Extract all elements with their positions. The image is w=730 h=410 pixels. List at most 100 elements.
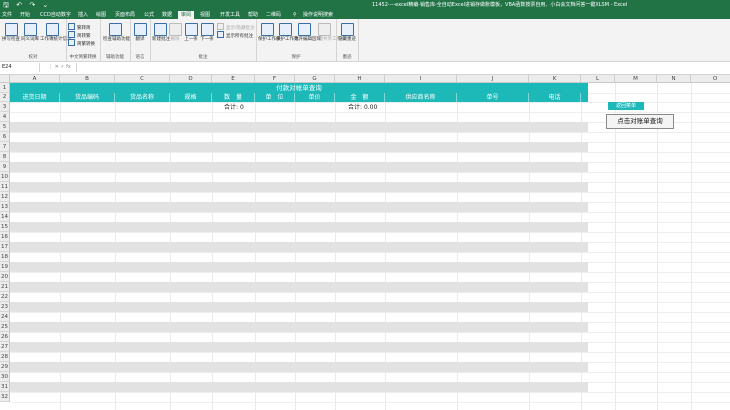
row-header-13[interactable]: 13 — [0, 202, 10, 212]
tab-help[interactable]: 帮助 — [248, 11, 258, 19]
column-header-b[interactable]: B — [60, 75, 115, 83]
save-icon[interactable]: 🖫 — [3, 1, 9, 9]
column-header-h[interactable]: H — [335, 75, 385, 83]
row-header-10[interactable]: 10 — [0, 172, 10, 182]
column-header-n[interactable]: N — [657, 75, 691, 83]
return-menu-button[interactable]: 返回菜单 — [608, 102, 644, 110]
thesaurus-button[interactable]: 同义词库 — [21, 23, 39, 42]
translate-icon — [133, 23, 147, 36]
row-header-14[interactable]: 14 — [0, 212, 10, 222]
tab-insert[interactable]: 插入 — [78, 11, 88, 19]
row-header-9[interactable]: 9 — [0, 162, 10, 172]
tab-draw[interactable]: 绘图 — [96, 11, 106, 19]
cell-grid[interactable]: 付款对帐单查询 进货日期 货品编码 货品名称 规格数 量单 位单价金 额供应商名称 单号… — [10, 83, 730, 410]
row-header-28[interactable]: 28 — [0, 352, 10, 362]
group-accessibility: 检查辅助功能 辅助功能 — [100, 19, 131, 61]
row-header-26[interactable]: 26 — [0, 332, 10, 342]
spelling-button[interactable]: 拼写检查 — [2, 23, 20, 42]
row-header-5[interactable]: 5 — [0, 122, 10, 132]
column-header-g[interactable]: G — [295, 75, 335, 83]
table-header-cell: 供应商名称 — [385, 93, 457, 102]
row-header-16[interactable]: 16 — [0, 232, 10, 242]
protect-sheet-button[interactable]: 保护工作表 — [258, 23, 281, 42]
check-accessibility-button[interactable]: 检查辅助功能 — [103, 23, 130, 42]
row-header-25[interactable]: 25 — [0, 322, 10, 332]
row-header-32[interactable]: 32 — [0, 392, 10, 402]
show-all-comments-button[interactable]: 显示所有批注 — [217, 31, 253, 40]
name-box[interactable]: E24 — [0, 63, 40, 72]
tab-qrcode[interactable]: 二维码 — [266, 11, 281, 19]
column-header-k[interactable]: K — [529, 75, 581, 83]
row-header-18[interactable]: 18 — [0, 252, 10, 262]
tab-page-layout[interactable]: 页面布局 — [115, 11, 135, 19]
tab-ccd[interactable]: CCD自动数字 — [40, 11, 71, 19]
column-header-i[interactable]: I — [385, 75, 457, 83]
tab-home[interactable]: 开始 — [20, 11, 30, 19]
formula-input[interactable] — [76, 63, 727, 72]
tab-review[interactable]: 审阅 — [178, 11, 195, 19]
delete-comment-button[interactable]: 删除 — [168, 23, 182, 42]
column-header-j[interactable]: J — [457, 75, 529, 83]
row-header-29[interactable]: 29 — [0, 362, 10, 372]
tab-file[interactable]: 文件 — [2, 11, 12, 19]
row-header-31[interactable]: 31 — [0, 382, 10, 392]
formula-icons[interactable]: ⋮ ✕ ✓ fx — [48, 63, 71, 72]
unshare-workbook-button[interactable]: 取消共享工作簿 — [314, 23, 346, 42]
row-header-19[interactable]: 19 — [0, 262, 10, 272]
row-header-15[interactable]: 15 — [0, 222, 10, 232]
query-statement-button[interactable]: 点击对账单查询 — [606, 114, 674, 129]
row-header-8[interactable]: 8 — [0, 152, 10, 162]
row-header-17[interactable]: 17 — [0, 242, 10, 252]
column-header-d[interactable]: D — [170, 75, 212, 83]
row-header-1[interactable]: 1 — [0, 83, 10, 93]
workbook-stats-button[interactable]: 工作簿统计信息 — [40, 23, 72, 42]
column-header-o[interactable]: O — [691, 75, 730, 83]
title-bar: 🖫 ↶ ↷ ⌄ 11452----excel精编-销售库-全自动Excel进销存… — [0, 0, 730, 10]
convert-button[interactable]: 简繁转换 — [68, 39, 95, 48]
column-header-m[interactable]: M — [615, 75, 657, 83]
hide-ink-button[interactable]: 隐藏墨迹 — [338, 23, 356, 42]
grid-row-line — [10, 402, 730, 403]
spelling-icon — [4, 23, 18, 36]
redo-icon[interactable]: ↷ — [29, 1, 35, 9]
column-header-c[interactable]: C — [115, 75, 170, 83]
protect-workbook-button[interactable]: 保护工作簿 — [276, 23, 299, 42]
group-ink-label: 墨迹 — [342, 55, 352, 60]
row-header-24[interactable]: 24 — [0, 312, 10, 322]
grid-row-line — [10, 172, 730, 173]
comment-icon — [217, 23, 224, 30]
group-proofing-label: 校对 — [28, 55, 38, 60]
row-header-3[interactable]: 3 — [0, 102, 10, 112]
row-header-27[interactable]: 27 — [0, 342, 10, 352]
allow-edit-ranges-button[interactable]: 允许编辑区域 — [294, 23, 321, 42]
select-all-corner[interactable] — [0, 75, 10, 83]
next-comment-button[interactable]: 下一条 — [199, 23, 215, 42]
row-header-4[interactable]: 4 — [0, 112, 10, 122]
row-header-23[interactable]: 23 — [0, 302, 10, 312]
tell-me-search[interactable]: 操作说明搜索 — [303, 11, 333, 19]
tab-formulas[interactable]: 公式 — [144, 11, 154, 19]
column-header-l[interactable]: L — [581, 75, 615, 83]
tab-view[interactable]: 视图 — [200, 11, 210, 19]
banded-row — [10, 322, 588, 332]
customize-qa-icon[interactable]: ⌄ — [42, 1, 48, 9]
row-header-11[interactable]: 11 — [0, 182, 10, 192]
row-header-30[interactable]: 30 — [0, 372, 10, 382]
column-header-f[interactable]: F — [255, 75, 295, 83]
previous-comment-button[interactable]: 上一条 — [183, 23, 199, 42]
row-header-21[interactable]: 21 — [0, 282, 10, 292]
row-header-20[interactable]: 20 — [0, 272, 10, 282]
row-header-12[interactable]: 12 — [0, 192, 10, 202]
column-header-e[interactable]: E — [212, 75, 255, 83]
row-header-7[interactable]: 7 — [0, 142, 10, 152]
row-header-22[interactable]: 22 — [0, 292, 10, 302]
ribbon-tabs: 文件 开始 CCD自动数字 插入 绘图 页面布局 公式 数据 审阅 视图 开发工… — [0, 10, 730, 19]
tab-developer[interactable]: 开发工具 — [220, 11, 240, 19]
new-comment-button[interactable]: 新建批注 — [152, 23, 170, 42]
row-header-2[interactable]: 2 — [0, 93, 10, 102]
undo-icon[interactable]: ↶ — [16, 1, 22, 9]
tab-data[interactable]: 数据 — [162, 11, 172, 19]
row-header-6[interactable]: 6 — [0, 132, 10, 142]
translate-button[interactable]: 翻译 — [132, 23, 148, 42]
column-header-a[interactable]: A — [10, 75, 60, 83]
